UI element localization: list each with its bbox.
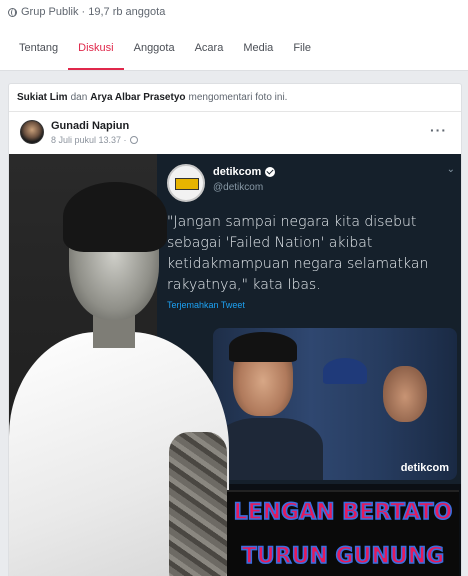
photo-figure-hair (229, 332, 297, 362)
activity-user-2[interactable]: Arya Albar Prasetyo (90, 92, 185, 103)
tweet-photo: detikcom (213, 328, 457, 480)
post-options-button[interactable]: ··· (430, 122, 447, 138)
activity-user-1[interactable]: Sukiat Lim (17, 92, 68, 103)
post-timestamp[interactable]: 8 Juli pukul 13.37 · (51, 135, 127, 145)
tab-media[interactable]: Media (233, 24, 283, 71)
caption-banner: LENGAN BERTATO TURUN GUNUNG (227, 490, 459, 576)
tattooed-man-figure (9, 182, 229, 576)
activity-line: Sukiat Lim dan Arya Albar Prasetyo mengo… (9, 84, 461, 112)
post-author-header: Gunadi Napiun 8 Juli pukul 13.37 · ··· (9, 112, 461, 154)
group-info-bar: Grup Publik · 19,7 rb anggota (0, 0, 468, 24)
group-tabs: Tentang Diskusi Anggota Acara Media File (0, 24, 468, 71)
banner-line-1: LENGAN BERTATO (233, 499, 453, 526)
tab-acara[interactable]: Acara (185, 24, 234, 71)
detikcom-watermark: detikcom (400, 462, 449, 474)
post-card: Sukiat Lim dan Arya Albar Prasetyo mengo… (8, 83, 462, 576)
page: Grup Publik · 19,7 rb anggota Tentang Di… (0, 0, 468, 576)
photo-figure-face-2 (383, 366, 427, 422)
banner-line-2: TURUN GUNUNG (241, 543, 445, 570)
photo-figure-cap (323, 358, 367, 384)
author-info: Gunadi Napiun 8 Juli pukul 13.37 · (51, 120, 138, 145)
tab-anggota[interactable]: Anggota (124, 24, 185, 71)
tab-tentang[interactable]: Tentang (9, 24, 68, 71)
tweet-name: detikcom (213, 166, 276, 178)
globe-icon (8, 7, 17, 17)
group-privacy-text: Grup Publik · 19,7 rb anggota (21, 6, 166, 18)
author-name[interactable]: Gunadi Napiun (51, 120, 138, 132)
post-photo[interactable]: detikcom @detikcom ⌄ "Jangan sampai nega… (9, 154, 461, 576)
verified-badge-icon (265, 167, 276, 177)
activity-conjunction: dan (70, 92, 88, 103)
photo-figure-suit (213, 418, 323, 480)
tab-diskusi[interactable]: Diskusi (68, 24, 125, 71)
figure-tattooed-arm (169, 432, 227, 576)
figure-hair (63, 182, 167, 252)
post-meta: 8 Juli pukul 13.37 · (51, 135, 138, 145)
globe-icon (129, 136, 138, 144)
activity-action: mengomentari foto ini. (188, 92, 288, 103)
tweet-name-text: detikcom (213, 166, 262, 178)
tab-file[interactable]: File (283, 24, 321, 71)
chevron-down-icon: ⌄ (446, 164, 455, 175)
avatar[interactable] (20, 120, 44, 144)
